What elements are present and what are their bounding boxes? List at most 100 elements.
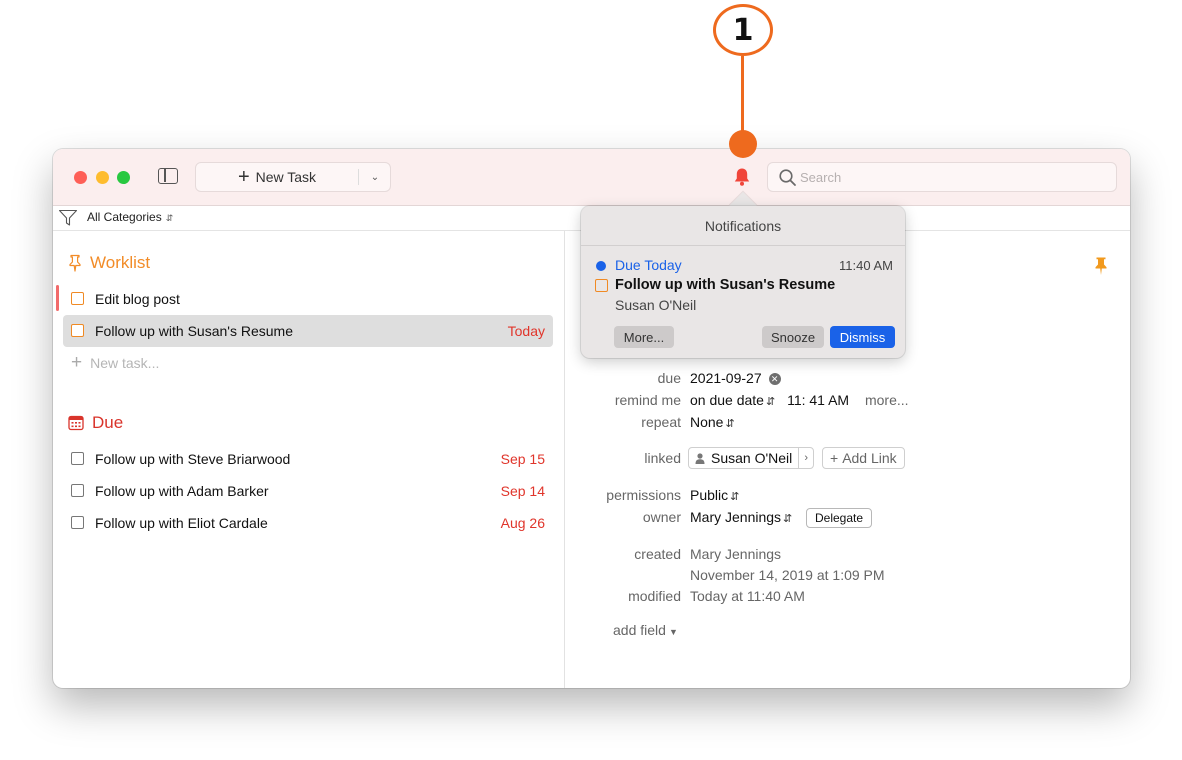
zoom-window-button[interactable] [117,171,130,184]
pane-divider[interactable] [564,231,565,688]
new-task-placeholder: New task... [90,355,160,371]
task-checkbox[interactable] [71,516,84,529]
notifications-title: Notifications [704,218,782,234]
task-title: Follow up with Adam Barker [95,483,269,499]
search-field[interactable] [767,162,1117,192]
linked-contact-chip[interactable]: Susan O'Neil › [688,447,815,469]
chevron-updown-icon: ⇵ [765,396,776,408]
remind-more-link[interactable]: more... [865,392,909,408]
notification-person: Susan O'Neil [615,297,697,313]
pin-icon [69,254,81,272]
linked-contact-name: Susan O'Neil [711,450,793,466]
task-checkbox[interactable] [71,324,84,337]
search-icon [779,169,796,186]
due-task-row[interactable]: Follow up with Adam Barker Sep 14 [63,475,553,507]
owner-option: Mary Jennings [690,509,782,525]
task-checkbox[interactable] [71,292,84,305]
sidebar-toggle-icon[interactable] [158,168,178,184]
permissions-label: permissions [606,487,681,503]
due-label: due [657,370,681,386]
due-task-row[interactable]: Follow up with Eliot Cardale Aug 26 [63,507,553,539]
remind-label: remind me [614,392,681,408]
calendar-icon [68,415,84,431]
add-link-button[interactable]: + Add Link [822,447,905,469]
more-button[interactable]: More... [614,326,674,348]
permissions-option: Public [690,487,729,503]
notification-time: 11:40 AM [839,258,893,273]
worklist-title: Worklist [90,253,151,272]
permissions-value[interactable]: Public ⇵ [690,487,739,503]
worklist-header: Worklist [68,253,150,273]
filter-icon[interactable] [58,209,78,227]
snooze-button[interactable]: Snooze [762,326,824,348]
chevron-updown-icon: ⇵ [730,491,740,503]
task-due-date: Sep 15 [500,451,545,467]
person-icon [695,452,705,464]
new-task-menu-button[interactable]: ⌄ [359,163,391,191]
modified-value: Today at 11:40 AM [690,588,805,604]
minimize-window-button[interactable] [96,171,109,184]
priority-flag-indicator [56,285,59,311]
callout-line [741,56,744,134]
task-checkbox[interactable] [71,452,84,465]
callout-dot [729,130,757,158]
notification-status: Due Today [615,257,682,273]
due-header: Due [68,413,123,433]
new-task-button[interactable]: + New Task [196,163,358,191]
created-by-text: Mary Jennings [690,546,782,562]
due-date-text: 2021-09-27 [690,370,762,386]
owner-value[interactable]: Mary Jennings ⇵ [690,509,792,525]
add-field-label: add field [613,622,666,638]
repeat-value[interactable]: None ⇵ [690,414,735,430]
plus-icon: + [830,450,839,466]
pin-icon[interactable] [1093,256,1109,276]
caret-down-icon: ▼ [668,627,678,637]
search-input[interactable] [800,163,1100,191]
linked-label: linked [644,450,681,466]
task-due-date: Aug 26 [500,515,545,531]
notifications-popover: Notifications Due Today 11:40 AM Follow … [581,206,905,358]
task-title: Follow up with Susan's Resume [95,323,293,339]
bell-icon[interactable] [733,167,751,187]
linked-contact[interactable]: Susan O'Neil [689,448,800,468]
repeat-label: repeat [641,414,681,430]
delegate-button[interactable]: Delegate [806,508,873,528]
repeat-option: None [690,414,724,430]
chevron-right-icon[interactable]: › [799,448,813,468]
worklist-task-row-selected[interactable]: Follow up with Susan's Resume Today [63,315,553,347]
created-label: created [634,546,681,562]
worklist-task-row[interactable]: Edit blog post [63,283,553,315]
task-due-date: Sep 14 [500,483,545,499]
clear-icon[interactable]: ✕ [768,373,781,386]
modified-value-text: Today at 11:40 AM [690,588,805,604]
remind-time[interactable]: 11: 41 AM [787,392,849,408]
notification-task-title[interactable]: Follow up with Susan's Resume [615,277,835,293]
task-title: Follow up with Eliot Cardale [95,515,268,531]
task-checkbox[interactable] [71,484,84,497]
remind-option[interactable]: on due date [690,392,764,408]
due-value[interactable]: 2021-09-27 ✕ [690,370,781,386]
add-field-menu[interactable]: add field ▼ [613,622,678,638]
due-title: Due [92,413,124,432]
titlebar: + New Task ⌄ [53,149,1130,206]
status-dot-icon [596,261,606,271]
created-by: Mary Jennings [690,546,781,562]
callout-number: 1 [713,4,773,56]
divider [581,245,905,246]
due-task-row[interactable]: Follow up with Steve Briarwood Sep 15 [63,443,553,475]
dismiss-button[interactable]: Dismiss [830,326,895,348]
chevron-updown-icon: ⇵ [725,418,735,430]
new-task-button-group: + New Task ⌄ [195,162,391,192]
created-date-text: November 14, 2019 at 1:09 PM [690,567,885,583]
new-task-label: New Task [255,169,317,185]
remind-value: on due date ⇵ 11: 41 AM more... [690,392,909,408]
task-title: Follow up with Steve Briarwood [95,451,291,467]
modified-label: modified [628,588,681,604]
close-window-button[interactable] [74,171,87,184]
new-task-input[interactable]: + New task... [71,353,159,373]
category-filter[interactable]: All Categories ⇵ [87,210,173,224]
category-filter-label: All Categories [87,210,162,224]
task-due-date: Today [507,323,545,339]
task-checkbox[interactable] [595,279,608,292]
chevron-updown-icon: ⇵ [165,213,174,223]
